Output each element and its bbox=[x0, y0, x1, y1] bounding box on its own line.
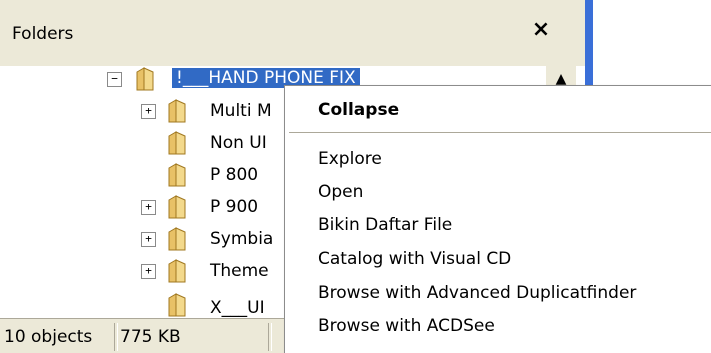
tree-label[interactable]: Theme bbox=[210, 261, 269, 281]
status-divider bbox=[114, 323, 118, 351]
expand-toggle[interactable]: + bbox=[141, 264, 156, 279]
tree-label[interactable]: Non UI bbox=[210, 133, 267, 153]
folder-icon bbox=[168, 163, 186, 187]
open-folder-icon bbox=[136, 67, 154, 91]
folder-icon bbox=[168, 293, 186, 317]
menu-separator bbox=[289, 132, 711, 133]
collapse-toggle[interactable]: − bbox=[107, 72, 122, 87]
tree-label[interactable]: P 900 bbox=[210, 197, 258, 217]
menu-item-browse-duplicatfinder[interactable]: Browse with Advanced Duplicatfinder bbox=[318, 283, 636, 303]
folder-icon bbox=[168, 99, 186, 123]
folder-icon bbox=[168, 195, 186, 219]
folders-title: Folders bbox=[12, 24, 74, 44]
status-divider bbox=[268, 323, 272, 351]
menu-item-catalog-visual-cd[interactable]: Catalog with Visual CD bbox=[318, 249, 511, 269]
tree-label[interactable]: Symbia bbox=[210, 229, 273, 249]
menu-item-open[interactable]: Open bbox=[318, 182, 363, 202]
menu-item-explore[interactable]: Explore bbox=[318, 149, 382, 169]
folder-icon bbox=[168, 227, 186, 251]
expand-toggle[interactable]: + bbox=[141, 200, 156, 215]
folder-icon bbox=[168, 131, 186, 155]
tree-label[interactable]: X___UI bbox=[210, 298, 265, 318]
close-button[interactable]: × bbox=[529, 18, 553, 42]
menu-item-collapse[interactable]: Collapse bbox=[318, 100, 399, 120]
expand-toggle[interactable]: + bbox=[141, 104, 156, 119]
context-menu: Collapse Explore Open Bikin Daftar File … bbox=[284, 85, 711, 353]
folders-header: Folders × bbox=[0, 0, 585, 66]
status-size: 775 KB bbox=[120, 327, 181, 347]
status-object-count: 10 objects bbox=[4, 327, 93, 347]
tree-label[interactable]: P 800 bbox=[210, 165, 258, 185]
menu-item-browse-acdsee[interactable]: Browse with ACDSee bbox=[318, 316, 495, 336]
menu-item-bikin-daftar-file[interactable]: Bikin Daftar File bbox=[318, 215, 452, 235]
expand-toggle[interactable]: + bbox=[141, 232, 156, 247]
tree-label[interactable]: Multi M bbox=[210, 101, 272, 121]
folder-icon bbox=[168, 259, 186, 283]
